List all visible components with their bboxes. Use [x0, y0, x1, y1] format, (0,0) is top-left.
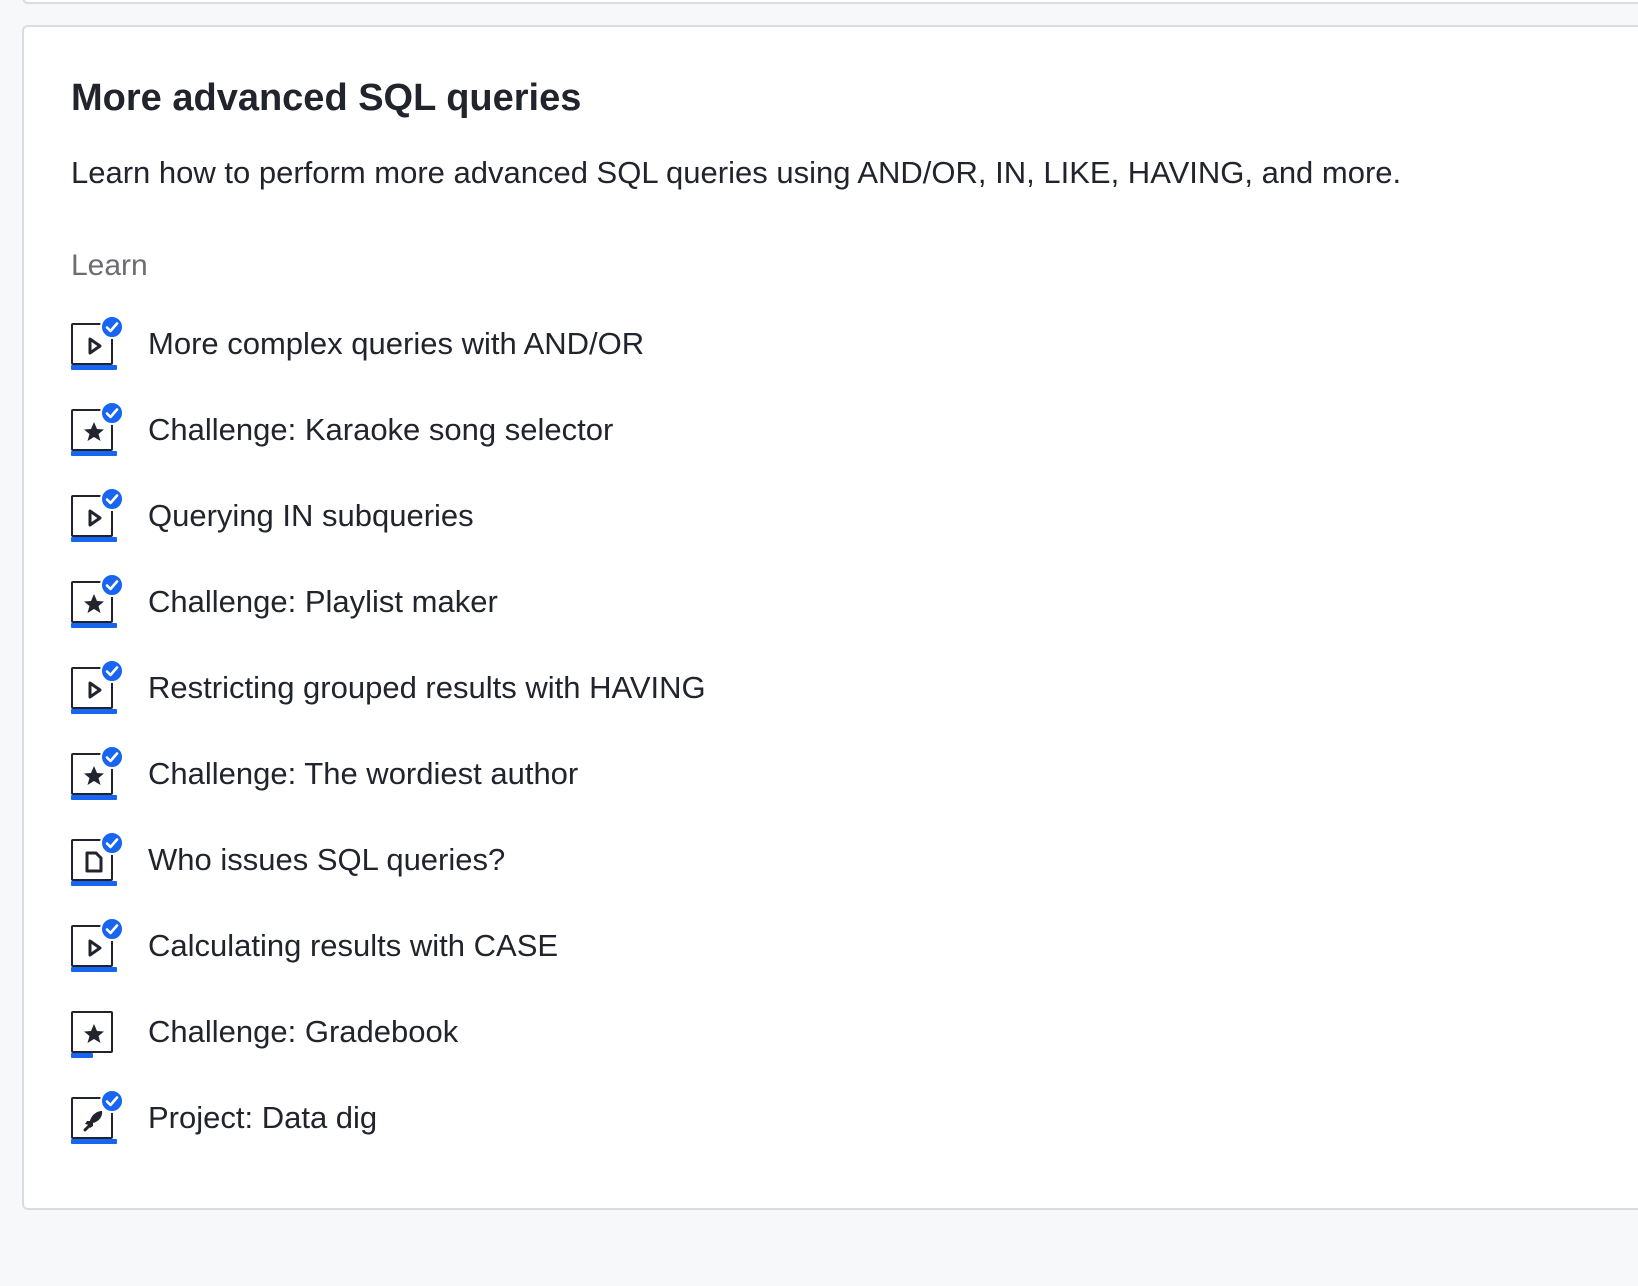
video-icon [71, 659, 125, 717]
progress-bar [71, 967, 117, 972]
article-icon [71, 831, 125, 889]
list-item-label: Calculating results with CASE [148, 928, 559, 963]
list-item-label: Project: Data dig [148, 1100, 378, 1135]
check-icon [100, 745, 124, 769]
progress-bar [71, 1139, 117, 1144]
star-icon [71, 1011, 125, 1061]
icon-frame [71, 1011, 113, 1053]
list-item-label: Querying IN subqueries [148, 498, 474, 533]
list-item[interactable]: Challenge: Karaoke song selector [71, 401, 971, 491]
list-item[interactable]: Challenge: Gradebook [71, 1007, 971, 1093]
list-item[interactable]: Calculating results with CASE [71, 917, 971, 1007]
list-item-label: Challenge: The wordiest author [148, 756, 579, 791]
previous-card-edge [22, 0, 1638, 4]
unit-description: Learn how to perform more advanced SQL q… [71, 155, 1402, 190]
video-icon [71, 315, 125, 373]
list-item-label: More complex queries with AND/OR [148, 326, 645, 361]
check-icon [100, 487, 124, 511]
star-icon [71, 573, 125, 631]
progress-bar [71, 623, 117, 628]
progress-bar [71, 881, 117, 886]
check-icon [100, 315, 124, 339]
list-item[interactable]: Restricting grouped results with HAVING [71, 659, 971, 749]
lesson-list: More complex queries with AND/OR Challeng… [71, 315, 971, 1179]
check-icon [100, 573, 124, 597]
list-item[interactable]: Project: Data dig [71, 1089, 971, 1179]
star-icon [71, 401, 125, 459]
section-label-learn: Learn [71, 249, 148, 282]
list-item[interactable]: More complex queries with AND/OR [71, 315, 971, 405]
star-glyph-icon [73, 1013, 115, 1055]
list-item-label: Challenge: Gradebook [148, 1014, 459, 1049]
check-icon [100, 917, 124, 941]
check-icon [100, 1089, 124, 1113]
star-icon [71, 745, 125, 803]
list-item-label: Restricting grouped results with HAVING [148, 670, 706, 705]
progress-bar [71, 451, 117, 456]
progress-bar [71, 365, 117, 370]
list-item-label: Challenge: Karaoke song selector [148, 412, 614, 447]
list-item[interactable]: Who issues SQL queries? [71, 831, 971, 921]
list-item[interactable]: Challenge: The wordiest author [71, 745, 971, 835]
video-icon [71, 917, 125, 975]
progress-bar [71, 1053, 93, 1058]
list-item-label: Who issues SQL queries? [148, 842, 506, 877]
progress-bar [71, 795, 117, 800]
unit-card: More advanced SQL queries Learn how to p… [22, 25, 1638, 1210]
unit-title: More advanced SQL queries [71, 77, 582, 119]
check-icon [100, 831, 124, 855]
list-item[interactable]: Querying IN subqueries [71, 487, 971, 577]
video-icon [71, 487, 125, 545]
progress-bar [71, 537, 117, 542]
check-icon [100, 659, 124, 683]
list-item[interactable]: Challenge: Playlist maker [71, 573, 971, 663]
progress-bar [71, 709, 117, 714]
rocket-icon [71, 1089, 125, 1147]
list-item-label: Challenge: Playlist maker [148, 584, 498, 619]
check-icon [100, 401, 124, 425]
